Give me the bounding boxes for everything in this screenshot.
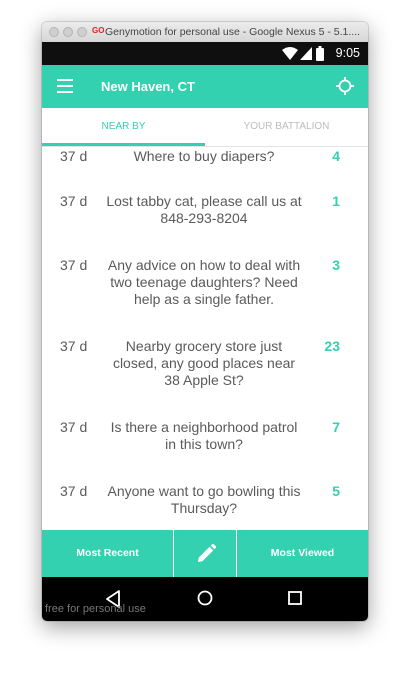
watermark-text: free for personal use [45,603,146,615]
post-age: 37 d [60,419,88,435]
post-count: 5 [332,483,340,499]
post-age: 37 d [60,483,88,499]
post-text: Nearby grocery store just closed, any go… [112,338,296,388]
post-age: 37 d [60,193,88,209]
post-text: Any advice on how to deal with two teena… [107,257,301,307]
post-text: Is there a neighborhood patrol in this t… [110,419,298,452]
post-text: Lost tabby cat, please call us at 848-29… [106,193,302,226]
location-title: New Haven, CT [101,79,195,94]
menu-icon[interactable] [57,79,73,93]
emulator-window: GO Genymotion for personal use - Google … [42,22,368,621]
window-zoom-button[interactable] [77,27,87,37]
post-count: 1 [332,193,340,209]
post-count: 7 [332,419,340,435]
post-age: 37 d [60,338,88,354]
post-age: 37 d [60,148,88,164]
window-titlebar: GO Genymotion for personal use - Google … [42,22,368,43]
most-recent-button[interactable]: Most Recent [42,530,173,577]
post-count: 3 [332,257,340,273]
window-minimize-button[interactable] [63,27,73,37]
most-viewed-button[interactable]: Most Viewed [237,530,368,577]
battery-icon [316,46,324,61]
home-icon[interactable] [197,590,213,606]
wifi-icon [282,47,298,60]
post-age: 37 d [60,257,88,273]
signal-icon [300,47,312,60]
bottom-action-bar: Most Recent Most Viewed [42,530,368,577]
crosshair-icon[interactable] [336,77,354,95]
window-close-button[interactable] [49,27,59,37]
tab-bar: NEAR BY YOUR BATTALION [42,108,368,146]
post-count: 4 [332,148,340,164]
tab-near-by[interactable]: NEAR BY [42,108,205,146]
status-time: 9:05 [335,46,360,60]
android-nav-bar: free for personal use [42,577,368,621]
post-count: 23 [324,338,340,354]
app-bar: New Haven, CT [42,65,368,108]
post-text: Anyone want to go bowling this Thursday? [107,483,301,516]
window-title: Genymotion for personal use - Google Nex… [105,26,361,38]
compose-button[interactable] [173,530,237,577]
tab-your-battalion[interactable]: YOUR BATTALION [205,108,368,146]
post-text: Where to buy diapers? [133,148,275,164]
android-status-bar: 9:05 [42,42,368,65]
pencil-icon [198,543,217,562]
post-list[interactable]: 37 d Where to buy diapers? 4 37 d Lost t… [42,146,368,531]
genymotion-logo-icon: GO [92,26,105,35]
recents-icon[interactable] [288,591,302,605]
